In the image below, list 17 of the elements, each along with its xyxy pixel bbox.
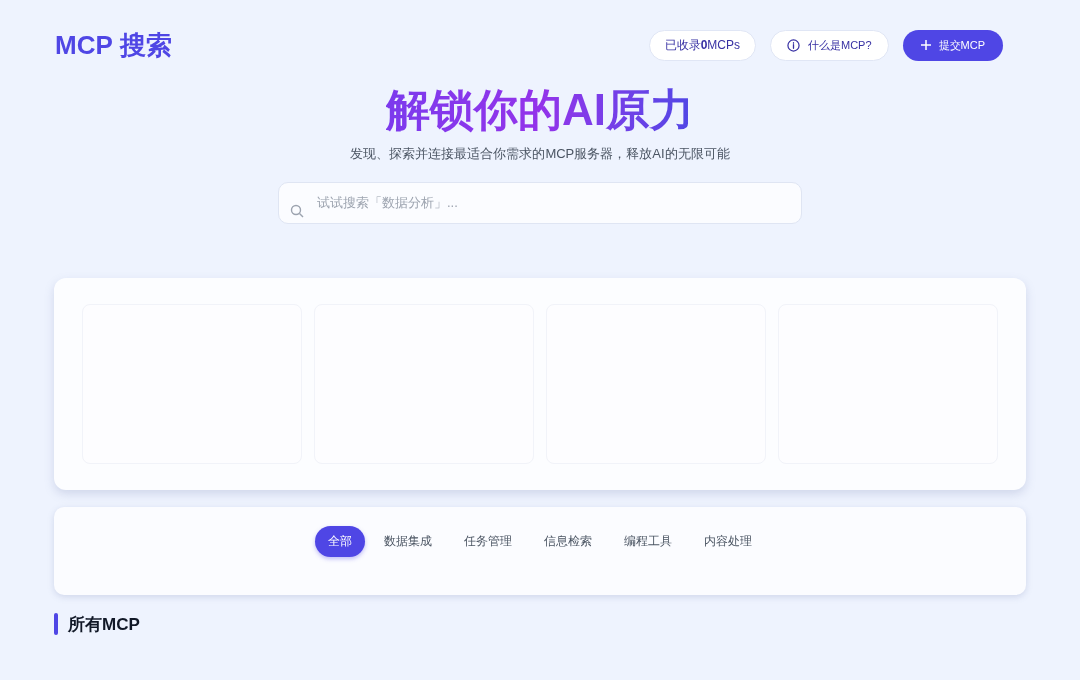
plus-icon	[920, 40, 931, 50]
search-icon	[290, 203, 304, 218]
submit-button[interactable]: 提交MCP	[902, 29, 1003, 61]
about-button[interactable]: 什么是MCP?	[770, 29, 889, 61]
logo[interactable]: MCP 搜索	[55, 25, 172, 65]
category-tab[interactable]: 信息检索	[531, 525, 605, 557]
info-icon	[787, 38, 800, 52]
hero-subtitle: 发现、探索并连接最适合你需求的MCP服务器，释放AI的无限可能	[350, 145, 730, 163]
mcp-count-button[interactable]: 已收录0MCPs	[648, 29, 756, 61]
category-tab[interactable]: 全部	[315, 525, 365, 557]
category-tab[interactable]: 数据集成	[371, 525, 445, 557]
accent-bar	[54, 613, 58, 636]
search-field[interactable]: 试试搜索「数据分析」...	[278, 181, 802, 224]
category-tab[interactable]: 任务管理	[451, 525, 525, 557]
category-tab[interactable]: 编程工具	[611, 525, 685, 557]
section-title: 所有MCP	[68, 613, 140, 636]
category-tab[interactable]: 内容处理	[691, 525, 765, 557]
